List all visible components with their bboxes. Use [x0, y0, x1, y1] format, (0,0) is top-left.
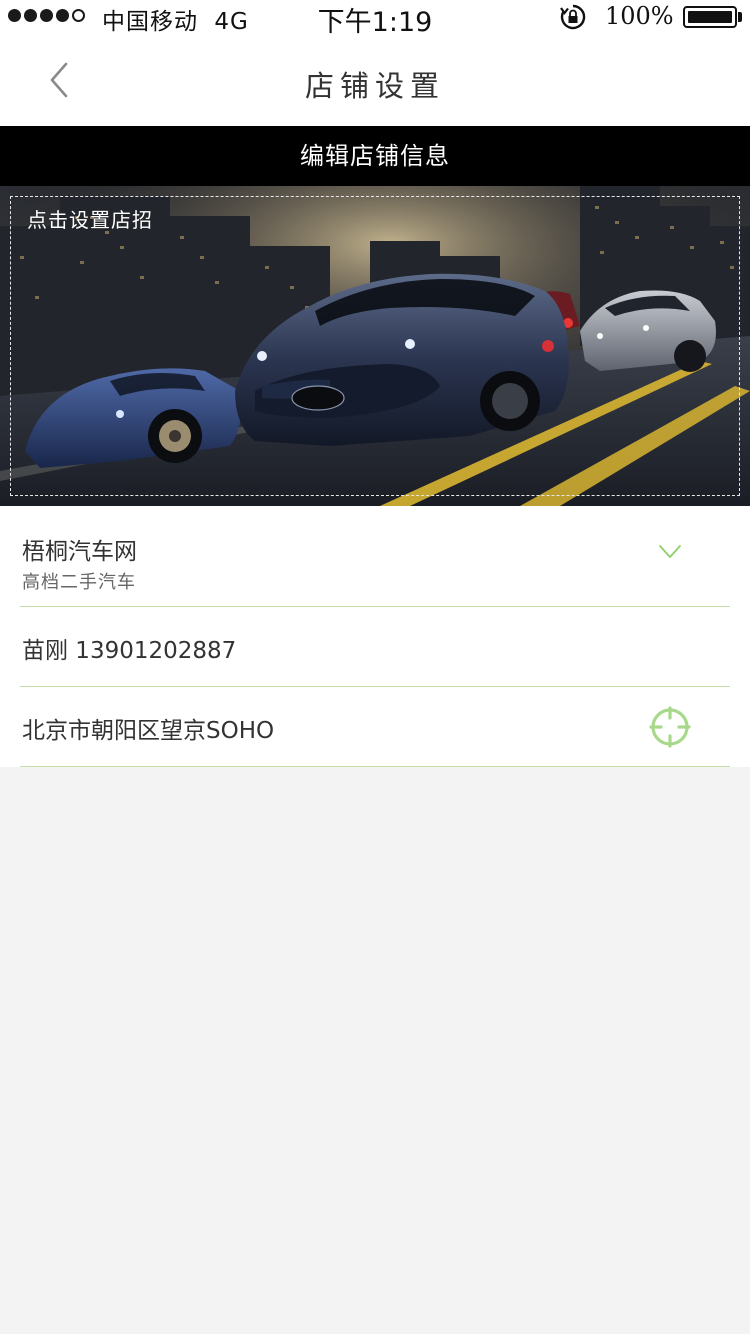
battery-tip — [738, 12, 742, 22]
contact-row[interactable]: 苗刚 13901202887 — [20, 607, 730, 687]
navigation-bar: 店铺设置 — [0, 34, 750, 126]
status-bar: 中国移动 4G 下午1:19 100% — [0, 0, 750, 38]
shop-info-form: 梧桐汽车网 高档二手汽车 苗刚 13901202887 北京市朝阳区望京SOHO — [0, 506, 750, 767]
battery-percent: 100% — [605, 2, 674, 30]
page-title: 店铺设置 — [304, 69, 445, 103]
banner-dashed-frame — [10, 196, 740, 496]
shop-name: 梧桐汽车网 — [22, 539, 137, 565]
shop-address: 北京市朝阳区望京SOHO — [22, 718, 275, 744]
chevron-down-icon[interactable] — [658, 544, 682, 560]
address-row[interactable]: 北京市朝阳区望京SOHO — [20, 687, 730, 767]
shop-name-row[interactable]: 梧桐汽车网 高档二手汽车 — [20, 506, 730, 607]
shop-banner-image[interactable]: 点击设置店招 — [0, 186, 750, 506]
set-banner-label[interactable]: 点击设置店招 — [27, 204, 153, 233]
contact-name-phone: 苗刚 13901202887 — [22, 638, 237, 664]
rotation-lock-icon — [560, 4, 586, 30]
shop-subtitle: 高档二手汽车 — [22, 572, 136, 593]
crosshair-icon[interactable] — [648, 705, 692, 749]
battery-icon — [683, 6, 737, 28]
edit-shop-info-button[interactable]: 编辑店铺信息 — [0, 126, 750, 186]
